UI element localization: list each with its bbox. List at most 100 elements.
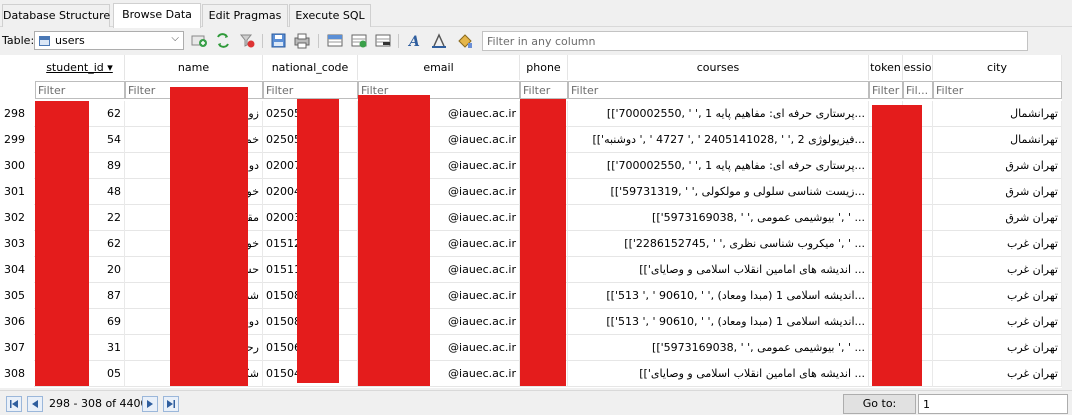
column-header-student-id[interactable]: student_id ▾ — [35, 55, 125, 80]
print-icon[interactable] — [293, 32, 311, 49]
next-page-icon — [147, 400, 153, 408]
filter-token-field[interactable] — [870, 82, 902, 98]
background-color-icon[interactable] — [456, 32, 474, 49]
tab-database-structure[interactable]: Database Structure — [2, 4, 110, 27]
tab-edit-pragmas[interactable]: Edit Pragmas — [202, 4, 288, 27]
table-label: Table: — [2, 34, 35, 47]
cell-city[interactable]: تهران غرب — [933, 257, 1062, 283]
redaction-token — [872, 105, 922, 386]
svg-text:A: A — [407, 34, 420, 49]
previous-page-button[interactable] — [27, 396, 43, 412]
row-number[interactable]: 304 — [0, 257, 34, 283]
cell-city[interactable]: تهران غرب — [933, 283, 1062, 309]
cell-city[interactable]: تهران شرق — [933, 179, 1062, 205]
cell-courses[interactable]: ...پرستاری حرفه ای: مفاهیم پایه 1 ,' ' ,… — [568, 153, 869, 179]
filter-any-column-field[interactable] — [483, 32, 1027, 50]
cell-city[interactable]: تهرانشمال — [933, 101, 1062, 127]
filter-session-field[interactable] — [904, 82, 932, 98]
cell-courses[interactable]: ... ' ,' میکروب شناسی نظری ,' ' ,2286152… — [568, 231, 869, 257]
font-icon[interactable]: A — [406, 32, 424, 49]
cell-city[interactable]: تهران غرب — [933, 309, 1062, 335]
filter-any-column-input[interactable] — [482, 31, 1028, 51]
column-header-name[interactable]: name — [125, 55, 263, 80]
filter-city-field[interactable] — [934, 82, 1061, 98]
filter-phone[interactable] — [520, 81, 568, 99]
cell-courses[interactable]: ... ' ,' بیوشیمی عمومی ,' ' ,5973169038'… — [568, 335, 869, 361]
goto-button[interactable]: Go to: — [843, 394, 916, 414]
cell-courses[interactable]: ... اندیشه های امامین انقلاب اسلامی و وص… — [568, 361, 869, 387]
vertical-scrollbar[interactable] — [1062, 55, 1072, 388]
cell-courses[interactable]: ... ' ,' بیوشیمی عمومی ,' ' ,5973169038'… — [568, 205, 869, 231]
row-number[interactable]: 300 — [0, 153, 34, 179]
cell-courses[interactable]: ...اندیشه اسلامی 1 (مبدا ومعاد) ,' ' ,90… — [568, 283, 869, 309]
insert-record-icon[interactable] — [326, 32, 344, 49]
status-bar: 298 - 308 of 4400 Go to: — [0, 390, 1072, 415]
cell-city[interactable]: تهرانشمال — [933, 127, 1062, 153]
cell-courses[interactable]: ...فیزیولوژی 2 ,' ' ,2405141028 ' ,' 472… — [568, 127, 869, 153]
data-grid: student_id ▾ name national_code email ph… — [0, 55, 1062, 388]
row-number[interactable]: 299 — [0, 127, 34, 153]
add-row-icon[interactable] — [350, 32, 368, 49]
filter-session[interactable] — [903, 81, 933, 99]
cell-courses[interactable]: ... اندیشه های امامین انقلاب اسلامی و وص… — [568, 257, 869, 283]
column-header-phone[interactable]: phone — [520, 55, 568, 80]
tab-browse-data[interactable]: Browse Data — [113, 3, 201, 28]
grid-header-row: student_id ▾ name national_code email ph… — [0, 55, 1062, 80]
save-table-icon[interactable] — [270, 32, 288, 49]
refresh-icon[interactable] — [190, 32, 208, 49]
redaction-email — [358, 95, 430, 386]
column-header-email[interactable]: email — [358, 55, 520, 80]
filter-national-code-field[interactable] — [264, 82, 357, 98]
filter-clear-icon[interactable] — [238, 32, 256, 49]
row-number[interactable]: 308 — [0, 361, 34, 387]
toolbar-separator — [398, 34, 399, 48]
filter-national-code[interactable] — [263, 81, 358, 99]
cell-courses[interactable]: ...اندیشه اسلامی 1 (مبدا ومعاد) ,' ' ,90… — [568, 309, 869, 335]
filter-city[interactable] — [933, 81, 1062, 99]
redaction-student-id — [35, 101, 89, 386]
filter-courses-field[interactable] — [569, 82, 868, 98]
filter-phone-field[interactable] — [521, 82, 567, 98]
cell-city[interactable]: تهران غرب — [933, 361, 1062, 387]
last-page-icon — [167, 400, 175, 408]
column-header-token[interactable]: token — [869, 55, 903, 80]
row-number[interactable]: 298 — [0, 101, 34, 127]
row-number[interactable]: 307 — [0, 335, 34, 361]
row-number[interactable]: 303 — [0, 231, 34, 257]
first-page-button[interactable] — [6, 396, 22, 412]
row-number[interactable]: 302 — [0, 205, 34, 231]
delete-record-icon[interactable] — [374, 32, 392, 49]
table-icon — [39, 36, 50, 46]
row-number[interactable]: 306 — [0, 309, 34, 335]
column-header-national-code[interactable]: national_code — [263, 55, 358, 80]
filter-student-id-field[interactable] — [36, 82, 124, 98]
cell-city[interactable]: تهران غرب — [933, 335, 1062, 361]
tab-execute-sql[interactable]: Execute SQL — [289, 4, 371, 27]
redaction-name — [170, 87, 248, 386]
text-color-icon[interactable] — [430, 32, 448, 49]
redaction-national-code — [297, 99, 339, 383]
clear-filters-icon[interactable] — [214, 32, 232, 49]
row-number[interactable]: 305 — [0, 283, 34, 309]
cell-courses[interactable]: ...زیست شناسی سلولی و مولکولی ,' ' ,5973… — [568, 179, 869, 205]
first-page-icon — [10, 400, 18, 408]
last-page-button[interactable] — [163, 396, 179, 412]
toolbar-separator — [262, 34, 263, 48]
next-page-button[interactable] — [142, 396, 158, 412]
grid-filter-row — [0, 80, 1062, 100]
cell-city[interactable]: تهران شرق — [933, 205, 1062, 231]
column-header-session[interactable]: essio — [903, 55, 933, 80]
filter-token[interactable] — [869, 81, 903, 99]
column-header-city[interactable]: city — [933, 55, 1062, 80]
goto-field[interactable] — [919, 395, 1067, 413]
goto-input[interactable] — [918, 394, 1068, 414]
cell-city[interactable]: تهران شرق — [933, 153, 1062, 179]
cell-city[interactable]: تهران غرب — [933, 231, 1062, 257]
browse-toolbar: Table: users ⌵ A — [0, 28, 1072, 53]
column-header-courses[interactable]: courses — [568, 55, 869, 80]
table-selector[interactable]: users ⌵ — [34, 31, 184, 50]
row-number[interactable]: 301 — [0, 179, 34, 205]
filter-student-id[interactable] — [35, 81, 125, 99]
filter-courses[interactable] — [568, 81, 869, 99]
cell-courses[interactable]: ...پرستاری حرفه ای: مفاهیم پایه 1 ,' ' ,… — [568, 101, 869, 127]
